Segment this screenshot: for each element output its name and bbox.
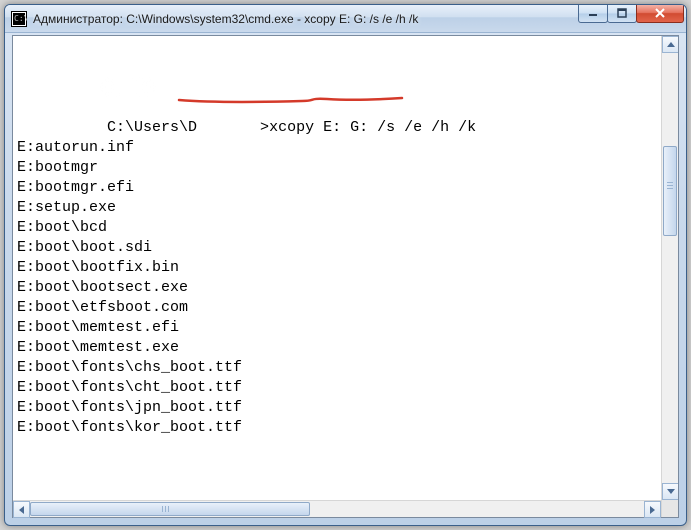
- output-line: E:boot\fonts\jpn_boot.ttf: [17, 398, 657, 418]
- prompt-prefix: C:\Users\D: [107, 119, 197, 136]
- output-line: E:autorun.inf: [17, 138, 657, 158]
- cmd-icon: C:\: [11, 11, 27, 27]
- cmd-window: C:\ Администратор: C:\Windows\system32\c…: [4, 4, 687, 526]
- window-controls: [579, 10, 684, 28]
- output-line: E:boot\memtest.exe: [17, 338, 657, 358]
- redacted-smudge: [99, 77, 157, 97]
- chevron-left-icon: [19, 506, 24, 514]
- output-line: E:boot\boot.sdi: [17, 238, 657, 258]
- output-line: E:boot\fonts\chs_boot.ttf: [17, 358, 657, 378]
- output-line: E:setup.exe: [17, 198, 657, 218]
- close-button[interactable]: [636, 5, 684, 23]
- scroll-left-button[interactable]: [13, 501, 30, 518]
- scroll-right-button[interactable]: [644, 501, 661, 518]
- client-area: C:\Users\D >xcopy E: G: /s /e /h /k E:au…: [12, 35, 679, 518]
- scrollbar-corner: [661, 500, 678, 517]
- chevron-right-icon: [650, 506, 655, 514]
- console-viewport: C:\Users\D >xcopy E: G: /s /e /h /k E:au…: [13, 36, 678, 500]
- minimize-button[interactable]: [578, 5, 608, 23]
- output-line: E:boot\fonts\cht_boot.ttf: [17, 378, 657, 398]
- chevron-up-icon: [667, 42, 675, 47]
- output-line: E:bootmgr: [17, 158, 657, 178]
- output-line: E:boot\etfsboot.com: [17, 298, 657, 318]
- output-line: E:boot\bootfix.bin: [17, 258, 657, 278]
- window-title: Администратор: C:\Windows\system32\cmd.e…: [33, 12, 575, 26]
- annotation-underline: [177, 96, 407, 110]
- horizontal-scrollbar[interactable]: [13, 500, 678, 517]
- svg-text:C:\: C:\: [14, 14, 27, 23]
- prompt-suffix: >: [260, 119, 269, 136]
- horizontal-scroll-thumb[interactable]: [30, 502, 310, 516]
- vertical-scroll-thumb[interactable]: [663, 146, 677, 236]
- output-line: E:boot\bootsect.exe: [17, 278, 657, 298]
- output-line: E:bootmgr.efi: [17, 178, 657, 198]
- scroll-down-button[interactable]: [662, 483, 678, 500]
- output-line: E:boot\fonts\kor_boot.ttf: [17, 418, 657, 438]
- vertical-scrollbar[interactable]: [661, 36, 678, 500]
- typed-command: xcopy E: G: /s /e /h /k: [269, 119, 476, 136]
- console-output[interactable]: C:\Users\D >xcopy E: G: /s /e /h /k E:au…: [13, 36, 661, 500]
- output-line: E:boot\memtest.efi: [17, 318, 657, 338]
- titlebar[interactable]: C:\ Администратор: C:\Windows\system32\c…: [5, 5, 686, 33]
- prompt-line: C:\Users\D >xcopy E: G: /s /e /h /k: [17, 78, 657, 98]
- output-line: E:boot\bcd: [17, 218, 657, 238]
- maximize-button[interactable]: [607, 5, 637, 23]
- scroll-up-button[interactable]: [662, 36, 678, 53]
- chevron-down-icon: [667, 489, 675, 494]
